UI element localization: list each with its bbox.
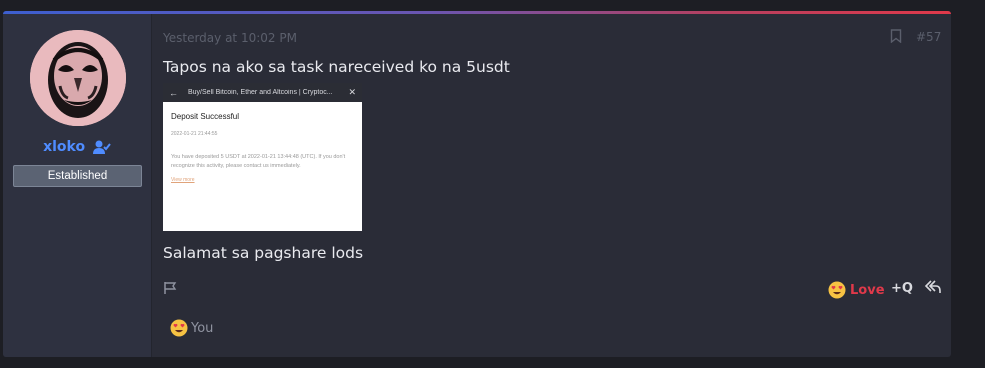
reactions-label: You xyxy=(191,320,214,336)
reply-icon[interactable] xyxy=(924,279,942,295)
screenshot-date: 2022-01-21 21:44:55 xyxy=(171,131,218,137)
reactions-summary[interactable]: You xyxy=(170,319,213,337)
screenshot-text: You have deposited 5 USDT at 2022-01-21 … xyxy=(171,154,346,169)
heart-eyes-emoji-icon xyxy=(828,281,846,299)
post-timestamp[interactable]: Yesterday at 10:02 PM xyxy=(163,31,297,45)
attached-screenshot[interactable]: ← Buy/Sell Bitcoin, Ether and Altcoins |… xyxy=(163,83,362,231)
screenshot-titlebar: ← Buy/Sell Bitcoin, Ether and Altcoins |… xyxy=(163,83,362,102)
close-icon: ✕ xyxy=(348,87,356,97)
screenshot-body: Deposit Successful 2022-01-21 21:44:55 Y… xyxy=(163,102,362,193)
user-title-badge: Established xyxy=(13,165,142,187)
love-label: Love xyxy=(850,282,885,298)
flag-icon[interactable] xyxy=(163,281,177,295)
user-column: xloko Established xyxy=(3,14,152,357)
post-number-link[interactable]: #57 xyxy=(916,30,941,44)
quote-button[interactable]: +Q xyxy=(891,281,913,296)
user-check-icon xyxy=(92,140,111,154)
love-reaction-button[interactable]: Love xyxy=(828,281,885,299)
screenshot-title: Buy/Sell Bitcoin, Ether and Altcoins | C… xyxy=(188,89,333,96)
bookmark-icon[interactable] xyxy=(890,29,902,43)
message-text-line2: Salamat sa pagshare lods xyxy=(163,244,364,262)
screenshot-heading: Deposit Successful xyxy=(171,112,240,121)
message-text-line1: Tapos na ako sa task nareceived ko na 5u… xyxy=(163,58,510,76)
back-arrow-icon: ← xyxy=(169,87,178,98)
username-link[interactable]: xloko xyxy=(43,139,85,155)
username-row: xloko xyxy=(3,139,151,155)
heart-eyes-emoji-icon xyxy=(170,319,188,337)
screenshot-link: View more xyxy=(171,177,195,183)
message-post: xloko Established Yesterday at 10:02 PM … xyxy=(3,11,951,357)
avatar[interactable] xyxy=(30,30,126,126)
avatar-image xyxy=(30,30,126,126)
